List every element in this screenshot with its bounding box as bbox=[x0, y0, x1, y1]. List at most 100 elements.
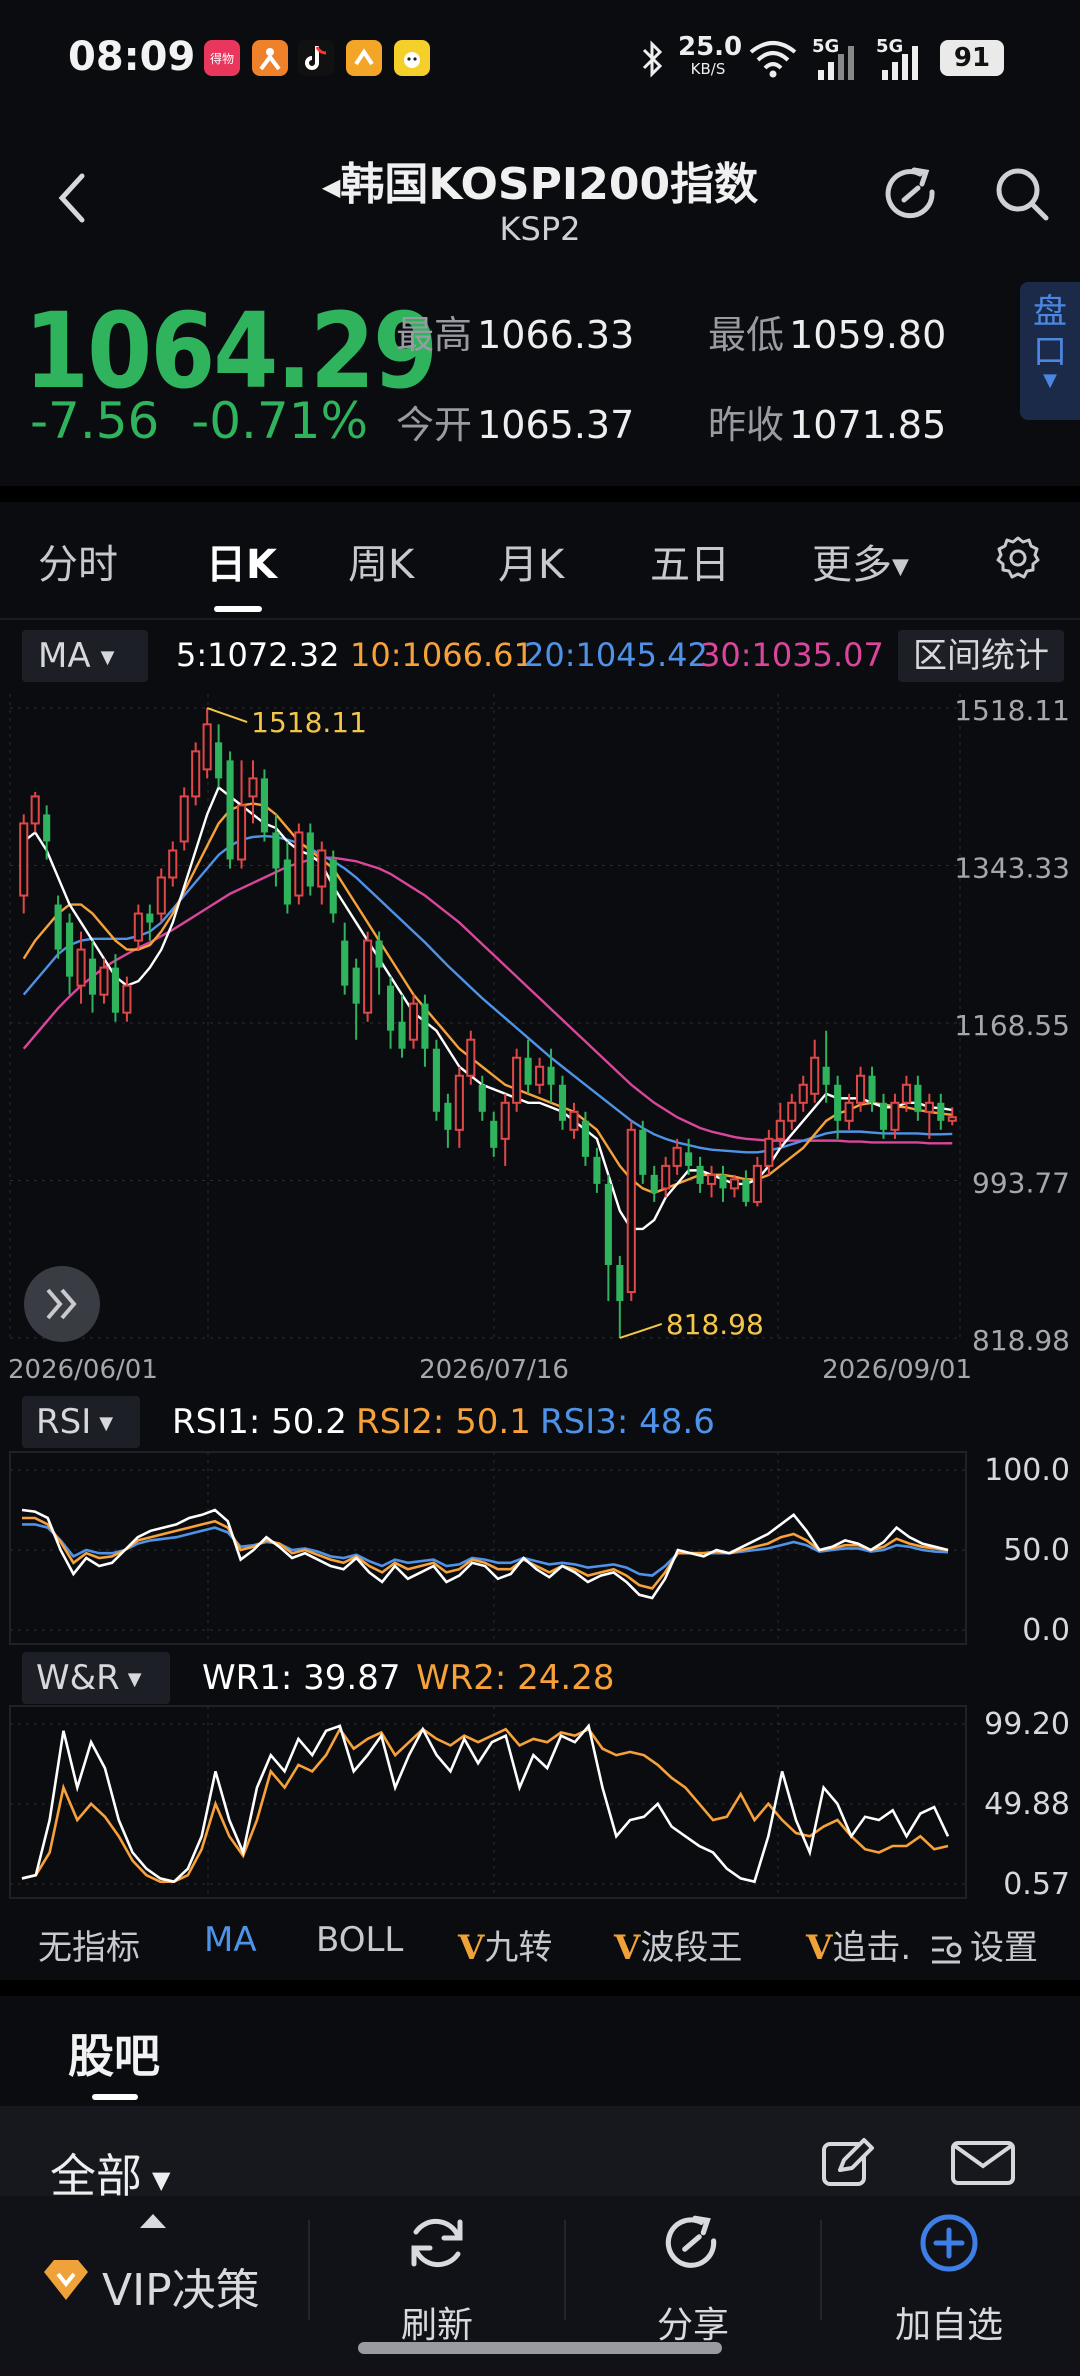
tab-monthly-k[interactable]: 月K bbox=[498, 532, 564, 590]
candle-body bbox=[764, 1137, 774, 1167]
add-watchlist-button[interactable]: 加自选 bbox=[842, 2206, 1056, 2356]
rsi-indicator-select[interactable]: RSI ▼ bbox=[22, 1396, 140, 1448]
candle-body bbox=[248, 777, 258, 798]
refresh-button[interactable]: 刷新 bbox=[330, 2206, 544, 2356]
rsi2-value: RSI2: 50.1 bbox=[356, 1402, 531, 1442]
nav-divider bbox=[564, 2220, 566, 2320]
candle-body bbox=[215, 742, 223, 779]
candle-body bbox=[856, 1074, 866, 1104]
candle-body bbox=[421, 1003, 429, 1049]
tab-daily-k[interactable]: 日K bbox=[206, 532, 277, 590]
y-tick-label: 818.98 bbox=[972, 1324, 1070, 1357]
status-bar: 08:09 得物 25.0 KB/S 5G 5G 91 bbox=[0, 0, 1080, 118]
nav-divider bbox=[820, 2220, 822, 2320]
candle-body bbox=[111, 967, 119, 1013]
vip-decision-button[interactable]: VIP决策 bbox=[20, 2210, 300, 2340]
candle-body bbox=[604, 1183, 612, 1265]
caret-down-icon: ▼ bbox=[99, 1412, 114, 1434]
ma-indicator-select[interactable]: MA ▼ bbox=[22, 630, 148, 682]
candle-body bbox=[54, 904, 62, 950]
range-stats-button[interactable]: 区间统计 bbox=[898, 630, 1064, 682]
wr1-value: WR1: 39.87 bbox=[202, 1658, 401, 1698]
candle-body bbox=[375, 940, 383, 968]
candle-body bbox=[890, 1101, 900, 1131]
candle-body bbox=[478, 1084, 486, 1112]
edit-post-icon[interactable] bbox=[818, 2134, 878, 2190]
caret-down-icon: ▼ bbox=[1043, 370, 1057, 391]
tab-more[interactable]: 更多▼ bbox=[812, 532, 909, 590]
pankou-button[interactable]: 盘口 ▼ bbox=[1020, 282, 1080, 420]
divider bbox=[0, 618, 1080, 620]
wr-indicator-select[interactable]: W&R ▼ bbox=[22, 1652, 170, 1704]
candle-body bbox=[626, 1128, 636, 1294]
candle-body bbox=[822, 1066, 830, 1085]
fast-forward-button[interactable] bbox=[24, 1266, 100, 1342]
candle-body bbox=[43, 814, 51, 842]
indicator-jiuzhuan[interactable]: V九转 bbox=[458, 1920, 552, 1969]
share-button[interactable]: 分享 bbox=[586, 2206, 800, 2356]
rsi1-value: RSI1: 50.2 bbox=[172, 1402, 347, 1442]
candle-body bbox=[283, 859, 291, 905]
app-icon-dewu: 得物 bbox=[204, 40, 240, 76]
candle-body bbox=[490, 1120, 498, 1148]
candle-body bbox=[179, 795, 189, 843]
price-change: -7.56 -0.71% bbox=[30, 392, 369, 450]
y-tick-label: 100.0 bbox=[984, 1453, 1070, 1488]
active-tab-indicator bbox=[92, 2094, 138, 2100]
candle-body bbox=[156, 876, 166, 915]
guba-tab[interactable]: 股吧 bbox=[68, 2020, 160, 2086]
battery-indicator: 91 bbox=[940, 40, 1004, 76]
candle-body bbox=[901, 1083, 911, 1104]
home-indicator bbox=[358, 2342, 722, 2354]
candle-body bbox=[133, 912, 143, 942]
candle-body bbox=[937, 1102, 945, 1121]
candle-body bbox=[432, 1048, 440, 1112]
share-icon[interactable] bbox=[880, 162, 944, 226]
indicator-settings-button[interactable]: 设置 bbox=[930, 1920, 1038, 1969]
y-tick-label: 993.77 bbox=[972, 1166, 1070, 1199]
indicator-boduanwang[interactable]: V波段王 bbox=[614, 1920, 742, 1969]
app-icon-yellow bbox=[346, 40, 382, 76]
caret-down-icon: ▼ bbox=[100, 646, 115, 668]
gear-icon[interactable] bbox=[994, 534, 1042, 582]
candle-body bbox=[775, 1119, 785, 1140]
candle-body bbox=[535, 1065, 545, 1086]
max-annotation: 1518.11 bbox=[251, 706, 367, 739]
candle-body bbox=[363, 939, 373, 1014]
candle-body bbox=[685, 1152, 693, 1166]
candle-body bbox=[317, 849, 327, 888]
candle-body bbox=[236, 804, 247, 861]
candle-body bbox=[191, 750, 201, 798]
candle-body bbox=[742, 1179, 750, 1202]
tab-weekly-k[interactable]: 周K bbox=[348, 532, 414, 590]
mail-icon[interactable] bbox=[950, 2140, 1016, 2186]
candle-body bbox=[547, 1066, 555, 1085]
tab-five-day[interactable]: 五日 bbox=[650, 532, 730, 590]
candle-body bbox=[914, 1084, 922, 1112]
search-icon[interactable] bbox=[990, 162, 1054, 226]
tiktok-icon bbox=[298, 40, 334, 76]
wr-chart[interactable]: 99.20 49.88 0.57 bbox=[0, 1704, 1080, 1900]
indicator-zhuiji[interactable]: V追击. bbox=[806, 1920, 911, 1969]
candle-body bbox=[398, 1021, 406, 1049]
candle-body bbox=[787, 1101, 797, 1122]
indicator-boll[interactable]: BOLL bbox=[316, 1920, 403, 1960]
candle-body bbox=[581, 1120, 589, 1157]
tab-intraday[interactable]: 分时 bbox=[38, 532, 118, 590]
candle-body bbox=[593, 1156, 601, 1184]
candle-body bbox=[226, 760, 234, 860]
indicator-ma[interactable]: MA bbox=[204, 1920, 257, 1960]
share-icon bbox=[665, 2215, 717, 2268]
candle-body bbox=[500, 1101, 510, 1140]
candle-body bbox=[834, 1084, 842, 1121]
y-tick-label: 99.20 bbox=[984, 1707, 1070, 1742]
rsi-chart[interactable]: 100.0 50.0 0.0 bbox=[0, 1450, 1080, 1646]
ma5-value: 5:1072.32 bbox=[176, 636, 340, 674]
section-divider bbox=[0, 1980, 1080, 1996]
candle-body bbox=[558, 1084, 567, 1121]
indicator-none[interactable]: 无指标 bbox=[38, 1920, 140, 1969]
candle-body bbox=[706, 1173, 717, 1185]
kline-chart[interactable]: 1518.11 1343.33 1168.55 993.77 818.98 1518.11… bbox=[0, 688, 1080, 1388]
switch-left-icon[interactable]: ◀ bbox=[322, 173, 340, 201]
y-tick-label: 50.0 bbox=[1003, 1533, 1070, 1568]
